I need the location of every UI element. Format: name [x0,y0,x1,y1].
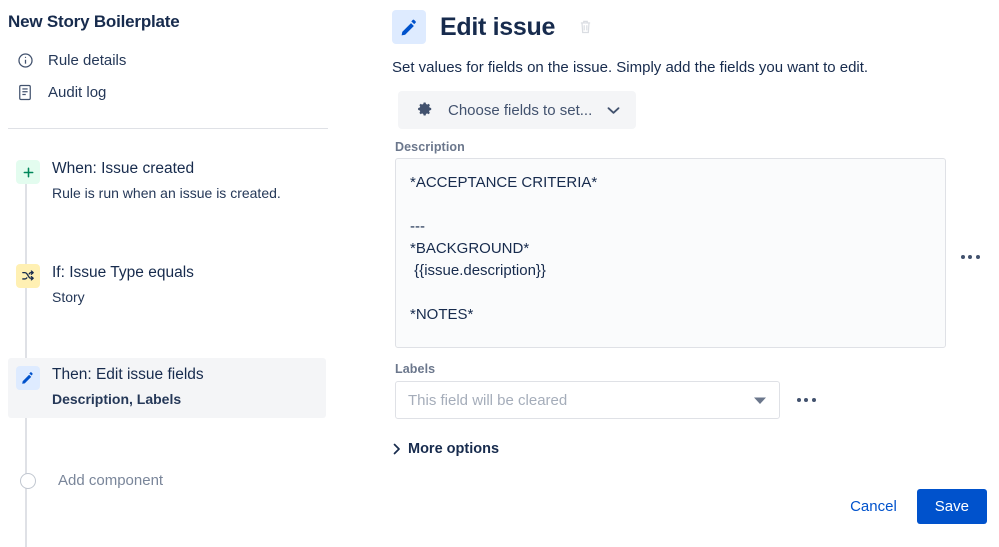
caret-down-icon [751,391,769,409]
sidebar-nav: Rule details Audit log [8,44,328,108]
timeline-item-when[interactable]: When: Issue created Rule is run when an … [8,152,326,212]
page-title: Edit issue [440,12,556,41]
sidebar-item-label: Rule details [48,51,127,69]
ellipsis-icon [796,398,816,402]
sidebar-item-label: Audit log [48,83,107,101]
timeline-connector-line [25,166,27,547]
labels-select[interactable]: This field will be cleared [395,381,780,419]
timeline-item-subtitle: Rule is run when an issue is created. [52,185,281,201]
timeline-item-then[interactable]: Then: Edit issue fields Description, Lab… [8,358,326,418]
rule-timeline: When: Issue created Rule is run when an … [0,144,340,547]
pencil-icon [16,366,40,390]
panel-description: Set values for fields on the issue. Simp… [392,59,869,76]
pencil-icon [392,10,426,44]
more-options-toggle[interactable]: More options [392,441,499,457]
timeline-item-text: If: Issue Type equals Story [52,262,194,308]
timeline-item-text: Then: Edit issue fields Description, Lab… [52,364,204,410]
timeline-item-text: When: Issue created Rule is run when an … [52,158,281,204]
empty-circle-icon [20,472,36,489]
chevron-down-icon [606,103,620,117]
trash-icon[interactable] [575,17,595,37]
panel-header: Edit issue [392,10,595,44]
rule-title: New Story Boilerplate [8,12,180,31]
labels-field-label: Labels [395,362,436,376]
choose-fields-label: Choose fields to set... [448,101,593,119]
plus-icon [16,160,40,184]
timeline-item-title: Then: Edit issue fields [52,366,204,383]
cancel-button[interactable]: Cancel [840,490,907,523]
ellipsis-icon [960,255,980,259]
timeline-item-subtitle: Story [52,289,85,305]
description-more-menu[interactable] [952,245,988,269]
save-button[interactable]: Save [916,489,987,524]
gear-icon [416,100,434,121]
timeline-item-if[interactable]: If: Issue Type equals Story [8,256,326,316]
sidebar-divider [8,128,328,129]
description-textarea[interactable]: *ACCEPTANCE CRITERIA* --- *BACKGROUND* {… [395,158,946,348]
more-options-label: More options [408,441,500,457]
add-component-button[interactable]: Add component [8,472,163,489]
sidebar-item-rule-details[interactable]: Rule details [8,44,328,76]
timeline-item-title: When: Issue created [52,160,195,177]
labels-more-menu[interactable] [788,389,824,411]
sidebar-item-audit-log[interactable]: Audit log [8,76,328,108]
edit-issue-panel: Edit issue Set values for fields on the … [340,0,999,547]
sidebar: New Story Boilerplate Rule details Audit… [0,0,340,547]
panel-actions: Cancel Save [840,489,987,524]
timeline-item-subtitle: Description, Labels [52,391,182,407]
description-value: *ACCEPTANCE CRITERIA* --- *BACKGROUND* {… [410,174,598,323]
description-field-label: Description [395,140,465,154]
add-component-label: Add component [58,472,164,489]
info-circle-icon [16,51,34,69]
branch-shuffle-icon [16,264,40,288]
document-list-icon [16,83,34,101]
chevron-right-icon [392,442,401,456]
timeline-item-title: If: Issue Type equals [52,264,194,281]
automation-rule-editor: New Story Boilerplate Rule details Audit… [0,0,999,547]
labels-placeholder: This field will be cleared [408,391,568,409]
choose-fields-dropdown[interactable]: Choose fields to set... [398,91,637,129]
